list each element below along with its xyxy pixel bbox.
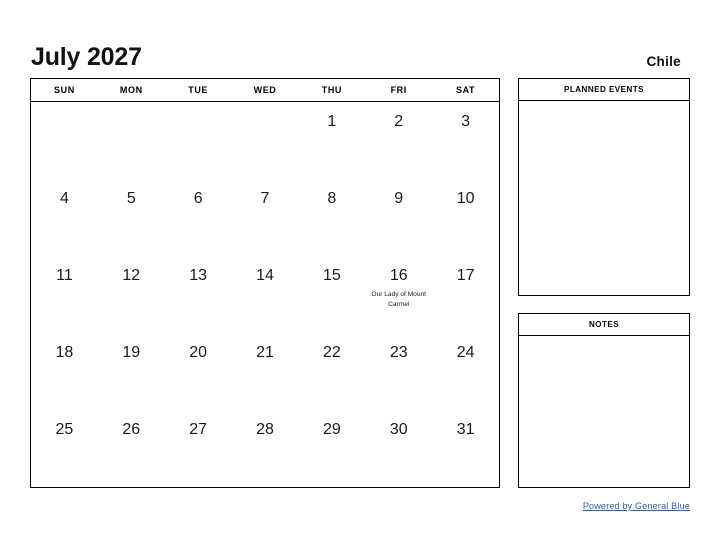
day-number: 24 — [456, 344, 475, 361]
calendar-day-cell-empty — [232, 102, 299, 179]
day-number: 2 — [394, 113, 404, 130]
calendar-day-cell-empty — [31, 102, 98, 179]
day-number: 11 — [56, 267, 73, 284]
calendar-day-cell[interactable]: 6 — [165, 179, 232, 256]
day-number: 6 — [193, 190, 203, 207]
calendar-day-cell[interactable]: 19 — [98, 333, 165, 410]
notes-writing-area[interactable] — [519, 336, 689, 487]
planned-events-panel: PLANNED EVENTS — [518, 78, 690, 296]
calendar-day-cell[interactable]: 29 — [298, 410, 365, 487]
page-footer: Powered by General Blue — [0, 496, 690, 514]
day-of-week-header-sat: SAT — [456, 85, 476, 95]
day-number: 20 — [189, 344, 208, 361]
calendar-day-cell[interactable]: 5 — [98, 179, 165, 256]
day-number: 28 — [256, 421, 274, 438]
day-number: 21 — [256, 344, 274, 361]
day-number: 5 — [126, 190, 136, 207]
calendar-week-row: 4 5 6 7 8 9 10 — [31, 179, 499, 256]
calendar-week-row: 1 2 3 — [31, 102, 499, 179]
day-number: 9 — [394, 190, 404, 207]
calendar-day-cell[interactable]: 14 — [232, 256, 299, 333]
day-number: 27 — [189, 421, 208, 438]
page-header: July 2027 Chile — [31, 32, 681, 70]
day-number: 26 — [122, 421, 141, 438]
calendar-week-row: 11 12 13 14 15 16 Our Lady of Mount Carmel 17 — [31, 256, 499, 333]
day-of-week-header-fri: FRI — [390, 85, 407, 95]
day-number: 16 — [389, 267, 408, 284]
day-number: 3 — [461, 113, 471, 130]
day-number: 8 — [327, 190, 337, 207]
day-of-week-header-sun: SUN — [54, 85, 75, 95]
day-of-week-header-wed: WED — [253, 85, 277, 95]
day-number: 7 — [260, 190, 270, 207]
day-event-label: Our Lady of Mount Carmel — [371, 291, 427, 308]
day-number: 1 — [327, 113, 337, 130]
day-number: 22 — [322, 344, 341, 361]
calendar-day-cell[interactable]: 10 — [432, 179, 499, 256]
calendar-week-rows: 1 2 3 4 5 6 7 8 9 10 11 12 13 14 15 16 Our Lady of Mount… — [31, 102, 499, 487]
day-number: 23 — [389, 344, 408, 361]
planned-events-title: PLANNED EVENTS — [519, 79, 689, 101]
calendar-day-cell[interactable]: 28 — [232, 410, 299, 487]
calendar-day-cell[interactable]: 31 — [432, 410, 499, 487]
calendar-day-cell[interactable]: 16 Our Lady of Mount Carmel — [365, 256, 432, 333]
calendar-day-cell[interactable]: 25 — [31, 410, 98, 487]
day-of-week-header-row: SUN MON TUE WED THU FRI SAT — [31, 79, 499, 102]
calendar-day-cell[interactable]: 26 — [98, 410, 165, 487]
calendar-day-cell[interactable]: 22 — [298, 333, 365, 410]
day-number: 12 — [122, 267, 141, 284]
calendar-day-cell[interactable]: 23 — [365, 333, 432, 410]
day-number: 4 — [59, 190, 69, 207]
day-number: 31 — [456, 421, 475, 438]
calendar-day-cell[interactable]: 13 — [165, 256, 232, 333]
calendar-day-cell[interactable]: 8 — [298, 179, 365, 256]
calendar-day-cell[interactable]: 12 — [98, 256, 165, 333]
calendar-day-cell[interactable]: 17 — [432, 256, 499, 333]
calendar-page: July 2027 Chile SUN MON TUE WED THU FRI SAT 12… — [0, 0, 712, 550]
day-number: 30 — [389, 421, 408, 438]
day-of-week-header-mon: MON — [119, 85, 143, 95]
calendar-week-row: 25 26 27 28 29 30 31 — [31, 410, 499, 487]
calendar-day-cell[interactable]: 27 — [165, 410, 232, 487]
day-of-week-header-tue: TUE — [188, 85, 209, 95]
calendar-day-cell[interactable]: 21 — [232, 333, 299, 410]
calendar-week-row: 18 19 20 21 22 23 24 — [31, 333, 499, 410]
calendar-day-cell[interactable]: 15 — [298, 256, 365, 333]
planned-events-writing-area[interactable] — [519, 101, 689, 295]
calendar-day-cell[interactable]: 30 — [365, 410, 432, 487]
day-number: 19 — [122, 344, 141, 361]
day-number: 29 — [322, 421, 341, 438]
notes-title: NOTES — [519, 314, 689, 336]
calendar-day-cell[interactable]: 9 — [365, 179, 432, 256]
calendar-day-cell[interactable]: 24 — [432, 333, 499, 410]
day-number: 15 — [322, 267, 341, 284]
calendar-day-cell-empty — [165, 102, 232, 179]
powered-by-general-blue-link[interactable]: Powered by General Blue — [583, 501, 690, 511]
calendar-day-cell[interactable]: 3 — [432, 102, 499, 179]
day-number: 10 — [456, 190, 475, 207]
country-label: Chile — [646, 53, 681, 69]
page-title: July 2027 — [31, 43, 142, 71]
calendar-day-cell[interactable]: 2 — [365, 102, 432, 179]
calendar-day-cell[interactable]: 20 — [165, 333, 232, 410]
calendar-grid: SUN MON TUE WED THU FRI SAT 1 2 3 4 5 6 7 8 9 10 11 12 13 1… — [30, 78, 500, 488]
calendar-day-cell[interactable]: 1 — [298, 102, 365, 179]
calendar-day-cell[interactable]: 18 — [31, 333, 98, 410]
day-number: 13 — [189, 267, 208, 284]
day-number: 14 — [256, 267, 274, 284]
calendar-day-cell[interactable]: 4 — [31, 179, 98, 256]
day-number: 18 — [55, 344, 74, 361]
day-of-week-header-thu: THU — [321, 85, 343, 95]
calendar-day-cell[interactable]: 11 — [31, 256, 98, 333]
day-number: 25 — [55, 421, 74, 438]
calendar-day-cell[interactable]: 7 — [232, 179, 299, 256]
calendar-day-cell-empty — [98, 102, 165, 179]
notes-panel: NOTES — [518, 313, 690, 488]
day-number: 17 — [456, 267, 475, 284]
